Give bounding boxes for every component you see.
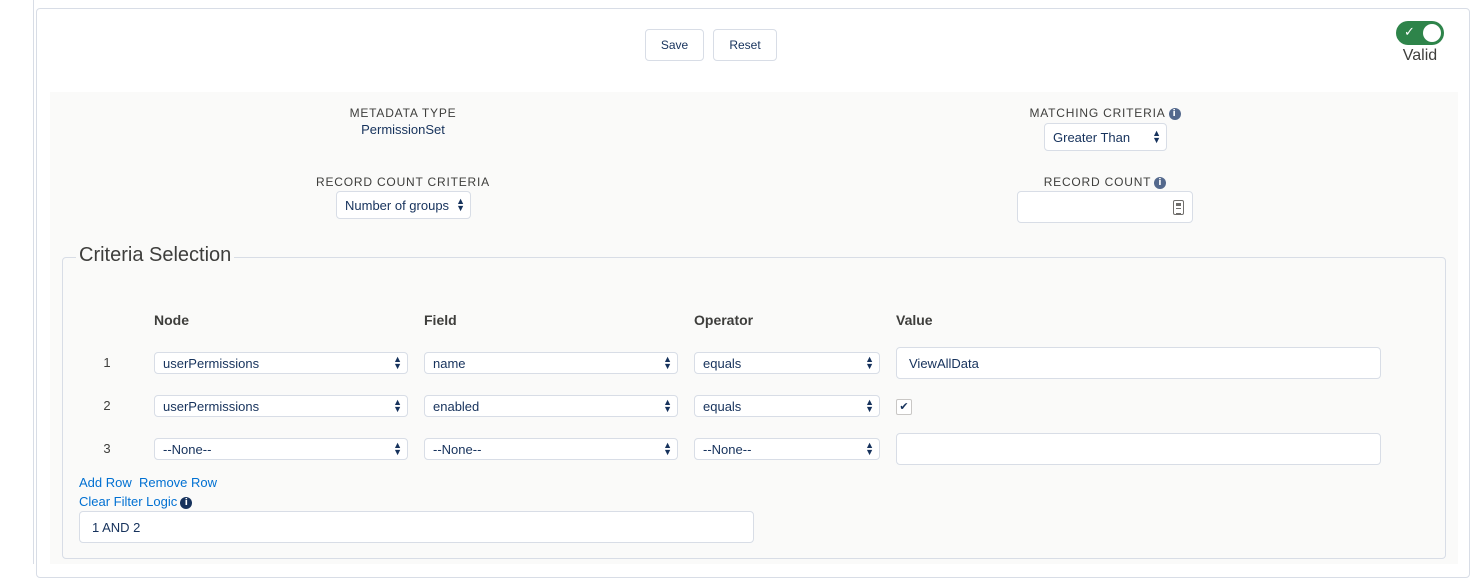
remove-row-link[interactable]: Remove Row <box>139 475 217 490</box>
field-value: name <box>433 355 466 371</box>
field-select[interactable]: --None-- ▲ ▼ <box>424 438 678 460</box>
select-arrows-icon: ▲ ▼ <box>456 196 465 213</box>
node-value: userPermissions <box>163 398 260 414</box>
info-icon[interactable]: i <box>1168 107 1181 120</box>
add-row-link[interactable]: Add Row <box>79 475 132 490</box>
left-border-line <box>33 0 34 564</box>
filter-logic-input[interactable]: 1 AND 2 <box>79 511 754 543</box>
node-column-header: Node <box>154 312 189 328</box>
reset-button[interactable]: Reset <box>713 29 777 61</box>
operator-value: --None-- <box>703 441 752 457</box>
value-column-header: Value <box>896 312 933 328</box>
node-select[interactable]: userPermissions ▲ ▼ <box>154 395 408 417</box>
value-text: ViewAllData <box>909 355 979 371</box>
valid-toggle[interactable]: ✓ <box>1396 21 1444 45</box>
select-arrows-icon: ▲ ▼ <box>865 440 874 457</box>
valid-label: Valid <box>1402 47 1438 64</box>
matching-criteria-text: MATCHING CRITERIA <box>1029 106 1166 120</box>
select-arrows-icon: ▲ ▼ <box>663 354 672 371</box>
filter-logic-value: 1 AND 2 <box>92 519 141 535</box>
select-arrows-icon: ▲ ▼ <box>1152 128 1161 145</box>
record-count-label: RECORD COUNT i <box>1000 175 1210 189</box>
record-count-criteria-value: Number of groups <box>345 197 450 213</box>
operator-value: equals <box>703 398 742 414</box>
value-checkbox[interactable]: ✔ <box>896 399 912 415</box>
calculator-icon <box>1173 200 1184 215</box>
clear-filter-logic-row: Clear Filter Logic i <box>79 494 193 509</box>
save-button[interactable]: Save <box>645 29 704 61</box>
record-count-criteria-label: RECORD COUNT CRITERIA <box>316 175 490 189</box>
clear-filter-logic-link[interactable]: Clear Filter Logic <box>79 494 177 509</box>
row-number: 2 <box>103 398 111 413</box>
row-number: 3 <box>103 441 111 456</box>
operator-column-header: Operator <box>694 312 754 328</box>
operator-select[interactable]: equals ▲ ▼ <box>694 395 880 417</box>
select-arrows-icon: ▲ ▼ <box>393 397 402 414</box>
node-select[interactable]: --None-- ▲ ▼ <box>154 438 408 460</box>
metadata-type-label: METADATA TYPE <box>349 106 457 120</box>
row-number: 1 <box>103 355 111 370</box>
operator-value: equals <box>703 355 742 371</box>
matching-criteria-value: Greater Than <box>1053 129 1131 145</box>
select-arrows-icon: ▲ ▼ <box>393 440 402 457</box>
operator-select[interactable]: --None-- ▲ ▼ <box>694 438 880 460</box>
record-count-criteria-select[interactable]: Number of groups ▲ ▼ <box>336 191 471 219</box>
matching-criteria-label: MATCHING CRITERIA i <box>1000 106 1210 120</box>
value-input[interactable] <box>896 433 1381 465</box>
field-select[interactable]: enabled ▲ ▼ <box>424 395 678 417</box>
field-value: enabled <box>433 398 480 414</box>
criteria-selection-legend: Criteria Selection <box>76 244 235 267</box>
toggle-knob <box>1423 24 1441 42</box>
select-arrows-icon: ▲ ▼ <box>663 440 672 457</box>
operator-select[interactable]: equals ▲ ▼ <box>694 352 880 374</box>
info-icon[interactable]: i <box>1154 176 1167 189</box>
select-arrows-icon: ▲ ▼ <box>393 354 402 371</box>
record-count-input[interactable] <box>1017 191 1193 223</box>
field-column-header: Field <box>424 312 457 328</box>
node-value: --None-- <box>163 441 212 457</box>
node-select[interactable]: userPermissions ▲ ▼ <box>154 352 408 374</box>
field-value: --None-- <box>433 441 482 457</box>
value-input[interactable]: ViewAllData <box>896 347 1381 379</box>
matching-criteria-select[interactable]: Greater Than ▲ ▼ <box>1044 123 1167 151</box>
node-value: userPermissions <box>163 355 260 371</box>
record-count-text: RECORD COUNT <box>1043 175 1152 189</box>
info-icon[interactable]: i <box>180 496 193 509</box>
select-arrows-icon: ▲ ▼ <box>865 354 874 371</box>
field-select[interactable]: name ▲ ▼ <box>424 352 678 374</box>
select-arrows-icon: ▲ ▼ <box>663 397 672 414</box>
metadata-type-value: PermissionSet <box>361 122 445 137</box>
select-arrows-icon: ▲ ▼ <box>865 397 874 414</box>
check-icon: ✓ <box>1404 24 1415 39</box>
